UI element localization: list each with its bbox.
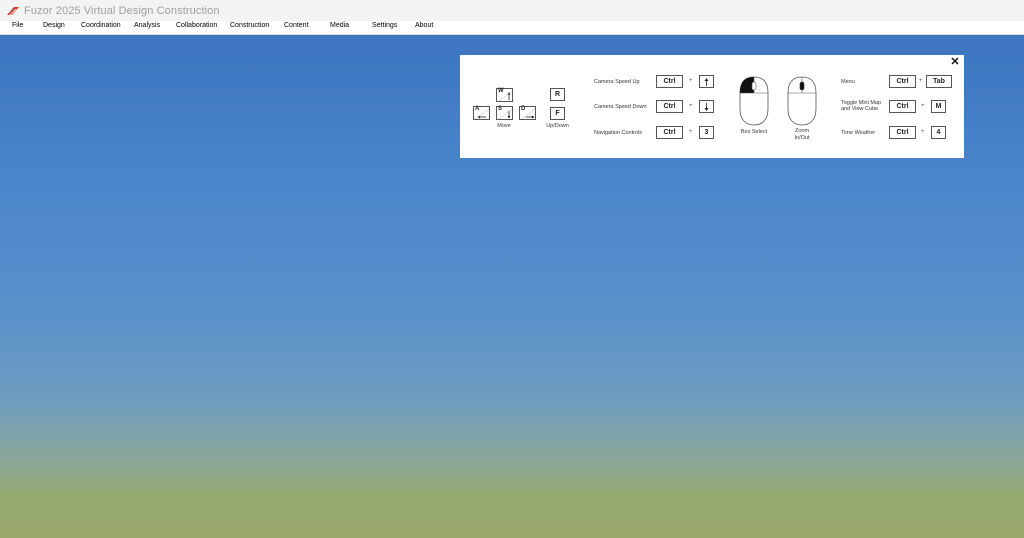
- key-s: S: [496, 106, 513, 120]
- camera-speed-down-label: Camera Speed Down: [594, 104, 647, 110]
- key-w: W: [496, 88, 513, 102]
- plus-sign: +: [921, 129, 925, 135]
- zoom-label: Zoom: [794, 128, 810, 134]
- ctrl-key: Ctrl: [656, 75, 683, 88]
- mouse-left-click-icon: [739, 76, 769, 126]
- arrow-up-key: [699, 75, 714, 88]
- key-tab: Tab: [926, 75, 952, 88]
- ctrl-key: Ctrl: [656, 126, 683, 139]
- menu-media[interactable]: Media: [330, 22, 349, 29]
- menu-file[interactable]: File: [12, 22, 23, 29]
- plus-sign: +: [921, 103, 925, 109]
- menu-construction[interactable]: Construction: [230, 22, 269, 29]
- menu-coordination[interactable]: Coordination: [81, 22, 121, 29]
- key-3: 3: [699, 126, 714, 139]
- ctrl-key: Ctrl: [889, 126, 916, 139]
- plus-sign: +: [919, 78, 923, 84]
- menu-design[interactable]: Design: [43, 22, 65, 29]
- menu-content[interactable]: Content: [284, 22, 309, 29]
- move-label: Move: [497, 123, 511, 129]
- close-icon[interactable]: ✕: [949, 56, 961, 68]
- arrow-right-icon: [521, 108, 536, 120]
- menu-analysis[interactable]: Analysis: [134, 22, 160, 29]
- arrow-down-key: [699, 100, 714, 113]
- key-m: M: [931, 100, 946, 113]
- plus-sign: +: [689, 103, 693, 109]
- arrow-down-icon: [704, 102, 709, 111]
- navigation-controls-label: Navigation Controls: [594, 130, 642, 136]
- menu-collaboration[interactable]: Collaboration: [176, 22, 217, 29]
- fuzor-logo-icon: [7, 6, 19, 15]
- zoom-inout-label: In/Out: [794, 135, 810, 141]
- ctrl-key: Ctrl: [889, 75, 916, 88]
- menu-settings[interactable]: Settings: [372, 22, 397, 29]
- controls-help-panel: ✕ W A S D Move R F Up/Down Camera Speed …: [460, 55, 964, 158]
- key-f: F: [550, 107, 565, 120]
- window-title: Fuzor 2025 Virtual Design Construction: [24, 4, 220, 17]
- menu-shortcut-label: Menu: [841, 79, 855, 85]
- time-weather-label: Time Weather: [841, 130, 876, 136]
- plus-sign: +: [689, 129, 693, 135]
- arrow-down-icon: [498, 108, 513, 120]
- plus-sign: +: [689, 78, 693, 84]
- arrow-up-icon: [498, 90, 513, 102]
- title-bar: Fuzor 2025 Virtual Design Construction: [0, 0, 1024, 21]
- ctrl-key: Ctrl: [656, 100, 683, 113]
- key-a: A: [473, 106, 490, 120]
- arrow-left-icon: [475, 108, 490, 120]
- view-cube-label: and View Cube: [841, 106, 879, 112]
- menu-bar: File Design Coordination Analysis Collab…: [0, 21, 1024, 35]
- menu-about[interactable]: About: [415, 22, 433, 29]
- key-r: R: [550, 88, 565, 101]
- key-4: 4: [931, 126, 946, 139]
- mouse-scroll-icon: [787, 76, 817, 126]
- ctrl-key: Ctrl: [889, 100, 916, 113]
- updown-label: Up/Down: [546, 123, 569, 129]
- arrow-up-icon: [704, 77, 709, 86]
- key-d: D: [519, 106, 536, 120]
- camera-speed-up-label: Camera Speed Up: [594, 79, 640, 85]
- box-select-label: Box Select: [740, 129, 768, 135]
